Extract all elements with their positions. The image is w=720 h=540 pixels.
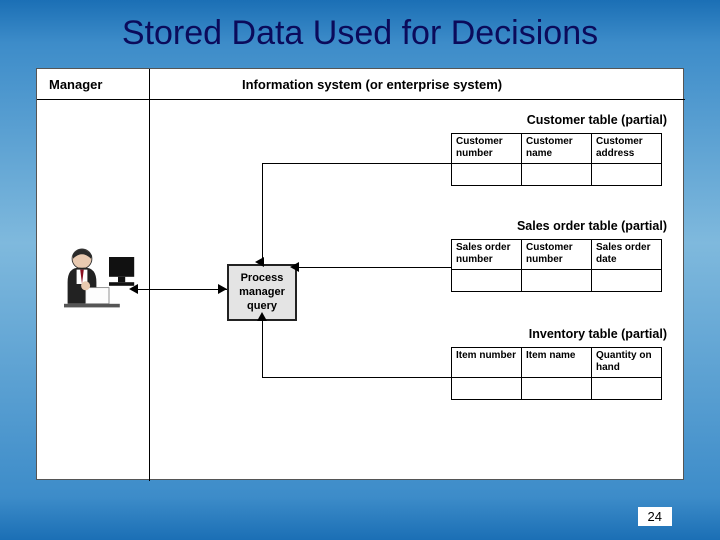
connector-manager-process [137,289,227,290]
customer-table-title: Customer table (partial) [447,113,667,127]
header-underline [37,99,685,100]
inventory-table: Item number Item name Quantity on hand [451,347,662,400]
sales-col-1: Customer number [522,240,592,270]
header-manager: Manager [49,77,102,92]
connector-horiz-customer [262,163,451,164]
connector-sales [297,267,451,268]
arrowhead-to-process [218,284,227,294]
page-number: 24 [638,507,672,526]
inventory-col-2: Quantity on hand [592,348,662,378]
arrowhead-from-inventory [257,312,267,321]
sales-col-2: Sales order date [592,240,662,270]
arrowhead-from-customer [255,257,264,267]
customer-col-2: Customer address [592,134,662,164]
diagram-canvas: Manager Information system (or enterpris… [36,68,684,480]
inventory-col-1: Item name [522,348,592,378]
sales-table-title: Sales order table (partial) [447,219,667,233]
customer-col-0: Customer number [452,134,522,164]
swimlane-divider [149,99,150,481]
arrowhead-from-sales [290,262,299,272]
sales-col-0: Sales order number [452,240,522,270]
customer-col-1: Customer name [522,134,592,164]
process-line2: manager [233,286,291,300]
arrowhead-to-manager [129,284,138,294]
sales-order-table: Sales order number Customer number Sales… [451,239,662,292]
header-info-system: Information system (or enterprise system… [242,77,502,92]
swimlane-divider-top [149,69,150,99]
inventory-col-0: Item number [452,348,522,378]
customer-table: Customer number Customer name Customer a… [451,133,662,186]
inventory-table-title: Inventory table (partial) [447,327,667,341]
slide-title: Stored Data Used for Decisions [0,0,720,63]
connector-vert-inventory [262,319,263,377]
process-line1: Process [233,272,291,286]
connector-vert-customer [262,163,263,264]
connector-horiz-inventory [262,377,451,378]
